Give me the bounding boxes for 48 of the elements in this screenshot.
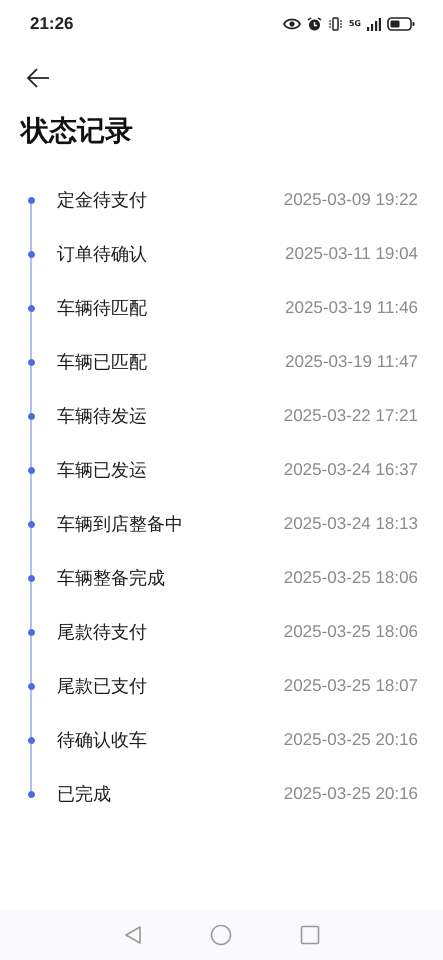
status-time: 2025-03-25 18:06	[284, 622, 418, 642]
timeline-dot	[28, 412, 34, 420]
status-label: 车辆待匹配	[57, 297, 148, 320]
timeline-dot	[28, 250, 34, 258]
timeline-dot	[28, 628, 34, 636]
status-label: 车辆已匹配	[57, 351, 148, 374]
status-time: 2025-03-24 18:13	[284, 514, 418, 534]
status-label: 车辆已发运	[57, 459, 148, 482]
status-time: 2025-03-25 20:16	[284, 784, 418, 804]
status-label: 车辆整备完成	[57, 567, 166, 590]
status-time: 2025-03-25 18:06	[284, 568, 418, 588]
status-label: 订单待确认	[57, 243, 148, 266]
status-time: 2025-03-11 19:04	[285, 244, 418, 264]
status-time: 2025-03-24 16:37	[284, 460, 418, 480]
home-circle-icon[interactable]	[210, 924, 232, 946]
timeline-dot	[28, 790, 34, 798]
status-time: 2025-03-09 19:22	[284, 190, 418, 210]
timeline-dot	[28, 736, 34, 744]
timeline-dot	[28, 682, 34, 690]
status-time: 2025-03-19 11:46	[285, 298, 418, 318]
back-arrow-icon	[26, 68, 50, 88]
status-label: 车辆待发运	[57, 405, 148, 428]
page-title: 状态记录	[21, 113, 134, 149]
status-label: 待确认收车	[57, 729, 148, 752]
timeline-dot	[28, 520, 34, 528]
vibrate-icon	[328, 17, 343, 31]
signal-icon	[367, 18, 381, 30]
status-time: 2025-03-25 20:16	[284, 730, 418, 750]
status-label: 尾款已支付	[57, 675, 148, 698]
status-time: 2025-03-19 11:47	[285, 352, 418, 372]
status-label: 定金待支付	[57, 189, 148, 212]
status-time: 21:26	[30, 14, 74, 34]
status-time: 2025-03-25 18:07	[284, 676, 418, 696]
timeline-dot	[28, 574, 34, 582]
network-type: 5G	[348, 20, 361, 28]
timeline-dot	[28, 196, 34, 204]
status-label: 已完成	[57, 783, 112, 806]
timeline-dot	[28, 358, 34, 366]
status-time: 2025-03-22 17:21	[284, 406, 418, 426]
alarm-icon	[306, 16, 322, 32]
status-label: 车辆到店整备中	[57, 513, 184, 536]
status-label: 尾款待支付	[57, 621, 148, 644]
battery-icon	[387, 17, 415, 31]
timeline-dot	[28, 466, 34, 474]
timeline-dot	[28, 304, 34, 312]
recents-square-icon[interactable]	[300, 925, 320, 945]
eye-icon	[282, 18, 301, 30]
back-triangle-icon[interactable]	[124, 925, 142, 945]
